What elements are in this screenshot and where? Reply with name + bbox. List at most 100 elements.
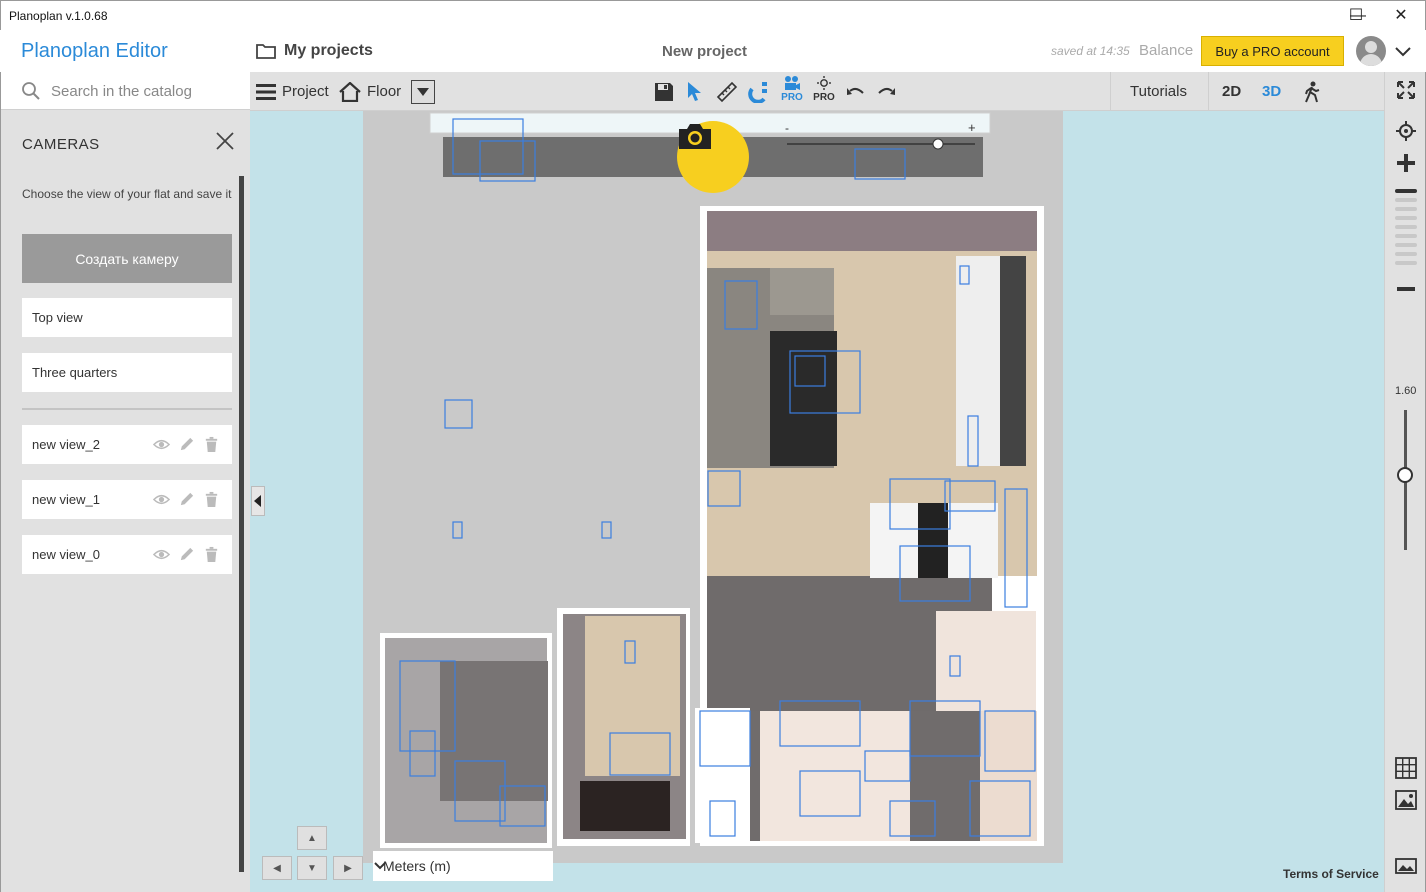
my-projects-label: My projects	[284, 42, 373, 59]
app-brand: Planoplan Editor	[21, 40, 168, 62]
eye-icon[interactable]	[153, 436, 170, 453]
zoom-level-tick	[1395, 234, 1417, 238]
sidebar-scrollbar[interactable]	[239, 176, 244, 872]
units-select[interactable]: Meters (m)	[373, 851, 553, 881]
pencil-icon[interactable]	[178, 436, 195, 453]
height-value: 1.60	[1395, 385, 1417, 397]
project-menu-label: Project	[282, 83, 329, 100]
pro-badge-label: PRO	[813, 92, 835, 103]
tutorials-label: Tutorials	[1130, 83, 1187, 100]
folder-icon	[256, 44, 276, 59]
create-camera-button[interactable]: Создать камеру	[22, 234, 232, 283]
ruler-icon	[716, 81, 738, 103]
camera-preset-label: Top view	[32, 310, 83, 325]
terms-of-service-link[interactable]: Terms of Service	[1283, 867, 1379, 881]
floor-menu-label: Floor	[367, 83, 402, 100]
walk-mode-button[interactable]	[1300, 80, 1324, 104]
zoom-level-tick	[1395, 243, 1417, 247]
floor-menu-button[interactable]: Floor	[339, 72, 436, 111]
pan-left-button[interactable]: ◀	[262, 856, 292, 880]
zoom-in-button[interactable]	[1394, 151, 1418, 175]
camera-preset-three-quarters[interactable]: Three quarters	[22, 353, 232, 392]
view-3d-button[interactable]: 3D	[1262, 83, 1281, 100]
cameras-heading: CAMERAS	[22, 136, 100, 153]
pencil-icon[interactable]	[178, 546, 195, 563]
camera-view-label: new view_2	[32, 437, 100, 452]
view-2d-button[interactable]: 2D	[1222, 83, 1241, 100]
walking-person-icon	[1305, 81, 1320, 103]
catalog-search	[1, 72, 251, 110]
camera-capture-button[interactable]	[677, 121, 749, 193]
toolbar-divider	[1208, 72, 1209, 111]
3d-viewport[interactable]: - + ▲ ◀ ▼ ▶ Meters (m) Terms of Service	[250, 111, 1384, 892]
chevron-down-icon	[374, 862, 386, 870]
avatar-head-shape	[1365, 41, 1377, 53]
pan-down-button[interactable]: ▼	[297, 856, 327, 880]
camera-view-item[interactable]: new view_0	[22, 535, 232, 574]
project-name[interactable]: New project	[662, 43, 747, 60]
minimize-button-alt	[1288, 0, 1334, 30]
cameras-description: Choose the view of your flat and save it	[22, 187, 232, 201]
save-button[interactable]	[652, 80, 676, 104]
caret-down-icon	[417, 87, 430, 96]
zoom-level-tick	[1395, 216, 1417, 220]
grid-toggle-button[interactable]	[1394, 756, 1418, 780]
measure-tool-button[interactable]	[715, 80, 739, 104]
tutorials-button[interactable]: Tutorials	[1130, 72, 1187, 111]
zoom-out-button[interactable]	[1394, 277, 1418, 301]
close-icon[interactable]	[214, 130, 236, 152]
camera-list-divider	[22, 408, 232, 410]
magnet-snap-button[interactable]	[747, 80, 771, 104]
camera-view-item[interactable]: new view_2	[22, 425, 232, 464]
select-tool-button[interactable]	[683, 80, 707, 104]
my-projects-button[interactable]: My projects	[256, 42, 373, 60]
zoom-level-tick	[1395, 252, 1417, 256]
zoom-level-tick	[1395, 198, 1417, 202]
pan-right-button[interactable]: ▶	[333, 856, 363, 880]
sidebar-collapse-button[interactable]	[251, 486, 265, 516]
lighting-pro-button[interactable]: PRO	[811, 76, 837, 108]
close-button[interactable]: ✕	[1378, 0, 1424, 30]
trash-icon[interactable]	[203, 436, 220, 453]
search-icon	[22, 82, 40, 100]
cameras-sidebar: CAMERAS Choose the view of your flat and…	[0, 72, 251, 892]
caret-left-icon	[254, 495, 261, 507]
zoom-level-tick	[1395, 225, 1417, 229]
panorama-button[interactable]	[1394, 854, 1418, 878]
redo-button[interactable]	[874, 80, 898, 104]
redo-icon	[878, 87, 895, 95]
eye-icon[interactable]	[153, 491, 170, 508]
window-titlebar: Planoplan v.1.0.68 —	[0, 0, 1426, 30]
toolbar-divider	[1110, 72, 1111, 111]
search-input[interactable]	[51, 80, 241, 102]
floor-dropdown-toggle[interactable]	[411, 79, 436, 104]
trash-icon[interactable]	[203, 491, 220, 508]
undo-button[interactable]	[844, 80, 868, 104]
chevron-down-icon[interactable]	[1394, 42, 1412, 60]
project-menu-button[interactable]: Project	[256, 72, 329, 111]
floppy-disk-icon	[655, 83, 673, 101]
fullscreen-button[interactable]	[1394, 78, 1418, 102]
eye-icon[interactable]	[153, 546, 170, 563]
scale-plus: +	[968, 120, 976, 135]
hamburger-icon	[256, 83, 276, 100]
pro-badge-label: PRO	[781, 92, 803, 103]
camera-icon	[679, 124, 711, 149]
home-icon	[339, 81, 361, 102]
avatar[interactable]	[1356, 36, 1386, 66]
trash-icon[interactable]	[203, 546, 220, 563]
camera-view-item[interactable]: new view_1	[22, 480, 232, 519]
pan-up-button[interactable]: ▲	[297, 826, 327, 850]
video-camera-icon	[785, 76, 800, 90]
right-controls-panel: 1.60	[1384, 72, 1426, 892]
camera-preset-top-view[interactable]: Top view	[22, 298, 232, 337]
height-slider-knob[interactable]	[1397, 467, 1413, 483]
buy-pro-button[interactable]: Buy a PRO account	[1201, 36, 1344, 66]
balance-label[interactable]: Balance	[1139, 42, 1193, 59]
render-image-button[interactable]	[1394, 788, 1418, 812]
saved-status: saved at 14:35	[1051, 44, 1130, 58]
center-view-button[interactable]	[1394, 119, 1418, 143]
pencil-icon[interactable]	[178, 491, 195, 508]
video-camera-pro-button[interactable]: PRO	[779, 76, 805, 108]
maximize-button[interactable]: ☐	[1333, 0, 1379, 30]
